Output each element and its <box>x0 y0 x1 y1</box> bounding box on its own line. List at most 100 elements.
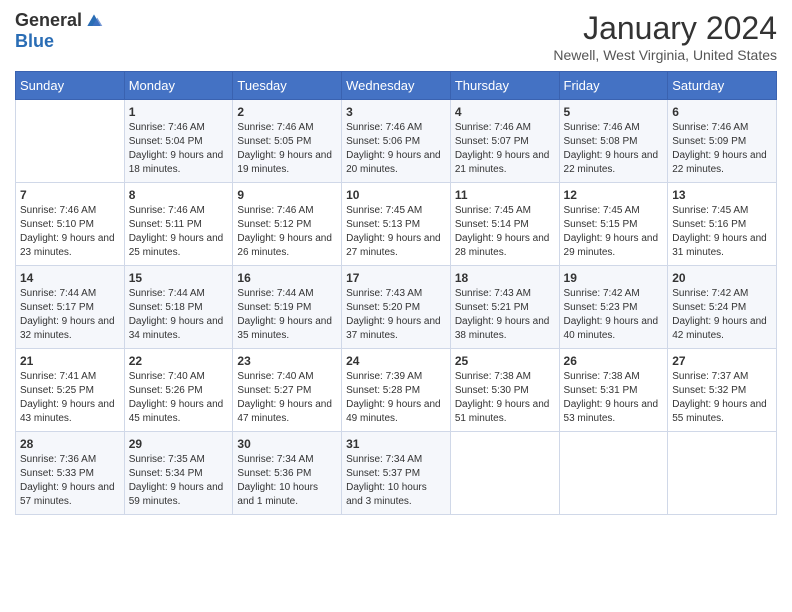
calendar-cell: 17Sunrise: 7:43 AMSunset: 5:20 PMDayligh… <box>342 266 451 349</box>
day-number: 7 <box>20 188 120 202</box>
day-info: Sunrise: 7:46 AMSunset: 5:08 PMDaylight:… <box>564 121 664 177</box>
day-header-thursday: Thursday <box>450 72 559 100</box>
calendar-cell: 9 Sunrise: 7:46 AMSunset: 5:12 PMDaylight… <box>233 183 342 266</box>
day-number: 10 <box>346 188 446 202</box>
day-number: 1 <box>129 105 229 119</box>
day-header-wednesday: Wednesday <box>342 72 451 100</box>
day-info: Sunrise: 7:46 AMSunset: 5:10 PMDaylight:… <box>20 204 120 260</box>
day-number: 2 <box>237 105 337 119</box>
logo-icon <box>84 11 104 31</box>
day-info: Sunrise: 7:44 AMSunset: 5:18 PMDaylight:… <box>129 287 229 343</box>
calendar-cell: 24 Sunrise: 7:39 AMSunset: 5:28 PMDayligh… <box>342 349 451 432</box>
day-info: Sunrise: 7:34 AMSunset: 5:37 PMDaylight:… <box>346 453 446 509</box>
day-header-tuesday: Tuesday <box>233 72 342 100</box>
day-number: 19 <box>564 271 664 285</box>
calendar-cell: 12Sunrise: 7:45 AMSunset: 5:15 PMDayligh… <box>559 183 668 266</box>
day-info: Sunrise: 7:45 AMSunset: 5:16 PMDaylight:… <box>672 204 772 260</box>
calendar-cell <box>16 100 125 183</box>
day-number: 18 <box>455 271 555 285</box>
calendar-cell: 10Sunrise: 7:45 AMSunset: 5:13 PMDayligh… <box>342 183 451 266</box>
day-header-saturday: Saturday <box>668 72 777 100</box>
day-number: 23 <box>237 354 337 368</box>
calendar-cell: 18 Sunrise: 7:43 AMSunset: 5:21 PMDayligh… <box>450 266 559 349</box>
day-info: Sunrise: 7:43 AMSunset: 5:20 PMDaylight:… <box>346 287 446 343</box>
calendar-cell: 28 Sunrise: 7:36 AMSunset: 5:33 PMDayligh… <box>16 432 125 515</box>
calendar-cell <box>450 432 559 515</box>
day-number: 22 <box>129 354 229 368</box>
day-info: Sunrise: 7:42 AMSunset: 5:24 PMDaylight:… <box>672 287 772 343</box>
header-row: SundayMondayTuesdayWednesdayThursdayFrid… <box>16 72 777 100</box>
day-number: 5 <box>564 105 664 119</box>
day-info: Sunrise: 7:46 AMSunset: 5:06 PMDaylight:… <box>346 121 446 177</box>
day-number: 27 <box>672 354 772 368</box>
day-info: Sunrise: 7:36 AMSunset: 5:33 PMDaylight:… <box>20 453 120 509</box>
calendar-table: SundayMondayTuesdayWednesdayThursdayFrid… <box>15 71 777 515</box>
day-info: Sunrise: 7:46 AMSunset: 5:04 PMDaylight:… <box>129 121 229 177</box>
week-row-5: 28 Sunrise: 7:36 AMSunset: 5:33 PMDayligh… <box>16 432 777 515</box>
calendar-cell: 29 Sunrise: 7:35 AMSunset: 5:34 PMDayligh… <box>124 432 233 515</box>
calendar-cell <box>559 432 668 515</box>
logo-general: General <box>15 10 82 31</box>
month-title: January 2024 <box>553 10 777 47</box>
calendar-cell: 23Sunrise: 7:40 AMSunset: 5:27 PMDayligh… <box>233 349 342 432</box>
day-info: Sunrise: 7:40 AMSunset: 5:26 PMDaylight:… <box>129 370 229 426</box>
day-info: Sunrise: 7:45 AMSunset: 5:14 PMDaylight:… <box>455 204 555 260</box>
day-number: 28 <box>20 437 120 451</box>
calendar-cell: 6 Sunrise: 7:46 AMSunset: 5:09 PMDaylight… <box>668 100 777 183</box>
calendar-cell: 4Sunrise: 7:46 AMSunset: 5:07 PMDaylight… <box>450 100 559 183</box>
calendar-cell: 14 Sunrise: 7:44 AMSunset: 5:17 PMDayligh… <box>16 266 125 349</box>
day-info: Sunrise: 7:46 AMSunset: 5:11 PMDaylight:… <box>129 204 229 260</box>
day-number: 16 <box>237 271 337 285</box>
day-info: Sunrise: 7:46 AMSunset: 5:05 PMDaylight:… <box>237 121 337 177</box>
day-header-sunday: Sunday <box>16 72 125 100</box>
day-number: 11 <box>455 188 555 202</box>
day-info: Sunrise: 7:37 AMSunset: 5:32 PMDaylight:… <box>672 370 772 426</box>
day-number: 4 <box>455 105 555 119</box>
location-title: Newell, West Virginia, United States <box>553 47 777 63</box>
day-header-monday: Monday <box>124 72 233 100</box>
calendar-cell: 30Sunrise: 7:34 AMSunset: 5:36 PMDayligh… <box>233 432 342 515</box>
page-header: General Blue January 2024 Newell, West V… <box>15 10 777 63</box>
day-number: 24 <box>346 354 446 368</box>
calendar-cell: 25 Sunrise: 7:38 AMSunset: 5:30 PMDayligh… <box>450 349 559 432</box>
day-number: 3 <box>346 105 446 119</box>
week-row-2: 7 Sunrise: 7:46 AMSunset: 5:10 PMDaylight… <box>16 183 777 266</box>
day-info: Sunrise: 7:35 AMSunset: 5:34 PMDaylight:… <box>129 453 229 509</box>
calendar-cell: 3 Sunrise: 7:46 AMSunset: 5:06 PMDaylight… <box>342 100 451 183</box>
calendar-cell: 7 Sunrise: 7:46 AMSunset: 5:10 PMDaylight… <box>16 183 125 266</box>
day-number: 14 <box>20 271 120 285</box>
day-number: 12 <box>564 188 664 202</box>
day-info: Sunrise: 7:46 AMSunset: 5:12 PMDaylight:… <box>237 204 337 260</box>
day-info: Sunrise: 7:39 AMSunset: 5:28 PMDaylight:… <box>346 370 446 426</box>
day-number: 25 <box>455 354 555 368</box>
week-row-1: 1 Sunrise: 7:46 AMSunset: 5:04 PMDaylight… <box>16 100 777 183</box>
calendar-cell <box>668 432 777 515</box>
calendar-cell: 15 Sunrise: 7:44 AMSunset: 5:18 PMDayligh… <box>124 266 233 349</box>
day-info: Sunrise: 7:44 AMSunset: 5:17 PMDaylight:… <box>20 287 120 343</box>
calendar-cell: 22 Sunrise: 7:40 AMSunset: 5:26 PMDayligh… <box>124 349 233 432</box>
calendar-cell: 5 Sunrise: 7:46 AMSunset: 5:08 PMDaylight… <box>559 100 668 183</box>
day-info: Sunrise: 7:38 AMSunset: 5:30 PMDaylight:… <box>455 370 555 426</box>
calendar-cell: 21Sunrise: 7:41 AMSunset: 5:25 PMDayligh… <box>16 349 125 432</box>
day-info: Sunrise: 7:42 AMSunset: 5:23 PMDaylight:… <box>564 287 664 343</box>
day-info: Sunrise: 7:44 AMSunset: 5:19 PMDaylight:… <box>237 287 337 343</box>
day-number: 15 <box>129 271 229 285</box>
calendar-cell: 27 Sunrise: 7:37 AMSunset: 5:32 PMDayligh… <box>668 349 777 432</box>
calendar-cell: 19 Sunrise: 7:42 AMSunset: 5:23 PMDayligh… <box>559 266 668 349</box>
day-number: 9 <box>237 188 337 202</box>
day-number: 6 <box>672 105 772 119</box>
calendar-cell: 26Sunrise: 7:38 AMSunset: 5:31 PMDayligh… <box>559 349 668 432</box>
calendar-cell: 8Sunrise: 7:46 AMSunset: 5:11 PMDaylight… <box>124 183 233 266</box>
week-row-4: 21Sunrise: 7:41 AMSunset: 5:25 PMDayligh… <box>16 349 777 432</box>
day-number: 31 <box>346 437 446 451</box>
calendar-cell: 11 Sunrise: 7:45 AMSunset: 5:14 PMDayligh… <box>450 183 559 266</box>
logo-blue: Blue <box>15 31 54 52</box>
calendar-cell: 20Sunrise: 7:42 AMSunset: 5:24 PMDayligh… <box>668 266 777 349</box>
day-info: Sunrise: 7:46 AMSunset: 5:09 PMDaylight:… <box>672 121 772 177</box>
day-number: 29 <box>129 437 229 451</box>
day-info: Sunrise: 7:43 AMSunset: 5:21 PMDaylight:… <box>455 287 555 343</box>
calendar-cell: 1 Sunrise: 7:46 AMSunset: 5:04 PMDaylight… <box>124 100 233 183</box>
calendar-cell: 16 Sunrise: 7:44 AMSunset: 5:19 PMDayligh… <box>233 266 342 349</box>
title-section: January 2024 Newell, West Virginia, Unit… <box>553 10 777 63</box>
day-info: Sunrise: 7:38 AMSunset: 5:31 PMDaylight:… <box>564 370 664 426</box>
